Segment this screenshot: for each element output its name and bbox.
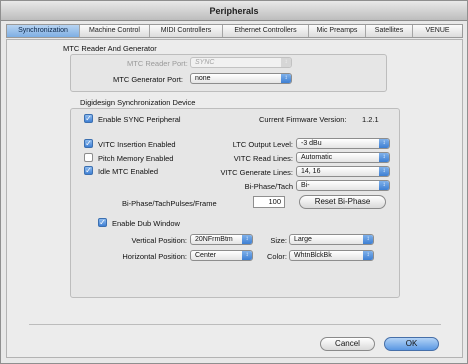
- chevron-updown-icon: ↕: [379, 153, 389, 162]
- chevron-updown-icon: ↕: [379, 167, 389, 176]
- vitc-read-value: Automatic: [301, 154, 333, 161]
- vitc-generate-value: 14, 16: [301, 168, 321, 175]
- tab-machine-control[interactable]: Machine Control: [80, 25, 150, 37]
- dub-window-label: Enable Dub Window: [112, 219, 180, 228]
- peripherals-window: Peripherals Synchronization Machine Cont…: [0, 0, 468, 364]
- pulses-field[interactable]: 100: [253, 196, 285, 208]
- size-label: Size:: [270, 236, 287, 245]
- enable-sync-label: Enable SYNC Peripheral: [98, 115, 181, 124]
- chevron-updown-icon: ↕: [242, 251, 252, 260]
- biphase-label: Bi-Phase/Tach: [244, 182, 293, 191]
- chevron-updown-icon: ↕: [363, 251, 373, 260]
- bottom-divider: [29, 324, 441, 325]
- tab-midi-controllers[interactable]: MIDI Controllers: [150, 25, 223, 37]
- mtc-reader-label: MTC Reader Port:: [127, 59, 188, 68]
- mtc-section-title: MTC Reader And Generator: [63, 44, 157, 53]
- horizontal-position-value: Center: [195, 252, 217, 259]
- tab-mic-preamps[interactable]: Mic Preamps: [309, 25, 366, 37]
- tab-synchronization[interactable]: Synchronization: [7, 25, 80, 37]
- pitch-memory-label: Pitch Memory Enabled: [98, 154, 174, 163]
- vertical-position-value: 20NFrmBtm: [195, 236, 233, 243]
- color-select[interactable]: WhtnBlckBk ↕: [289, 250, 374, 261]
- enable-sync-checkbox[interactable]: ✓: [84, 114, 93, 123]
- vitc-read-select[interactable]: Automatic ↕: [296, 152, 390, 163]
- mtc-reader-value: SYNC: [195, 59, 215, 66]
- chevron-updown-icon: ↕: [363, 235, 373, 244]
- vitc-read-label: VITC Read Lines:: [233, 154, 293, 163]
- window-title: Peripherals: [1, 1, 467, 21]
- color-label: Color:: [266, 252, 287, 261]
- vitc-generate-label: VITC Generate Lines:: [220, 168, 293, 177]
- chevron-updown-icon: ↕: [379, 139, 389, 148]
- vertical-position-label: Vertical Position:: [131, 236, 187, 245]
- chevron-updown-icon: ↕: [281, 74, 291, 83]
- horizontal-position-select[interactable]: Center ↕: [190, 250, 253, 261]
- mtc-reader-port-select[interactable]: SYNC ↕: [190, 57, 292, 68]
- chevron-updown-icon: ↕: [242, 235, 252, 244]
- vitc-generate-select[interactable]: 14, 16 ↕: [296, 166, 390, 177]
- ltc-output-label: LTC Output Level:: [232, 140, 293, 149]
- size-value: Large: [294, 236, 312, 243]
- mtc-generator-port-select[interactable]: none ↕: [190, 73, 292, 84]
- mtc-generator-label: MTC Generator Port:: [113, 75, 184, 84]
- mtc-generator-value: none: [195, 75, 211, 82]
- chevron-updown-icon: ↕: [281, 58, 291, 67]
- chevron-updown-icon: ↕: [379, 181, 389, 190]
- dub-window-checkbox[interactable]: ✓: [98, 218, 107, 227]
- ltc-output-value: -3 dBu: [301, 140, 322, 147]
- vertical-position-select[interactable]: 20NFrmBtm ↕: [190, 234, 253, 245]
- idle-mtc-label: Idle MTC Enabled: [98, 167, 159, 176]
- biphase-value: Bi-: [301, 182, 310, 189]
- size-select[interactable]: Large ↕: [289, 234, 374, 245]
- tab-ethernet-controllers[interactable]: Ethernet Controllers: [223, 25, 309, 37]
- tab-bar: Synchronization Machine Control MIDI Con…: [6, 24, 463, 38]
- firmware-label: Current Firmware Version:: [259, 115, 347, 124]
- synchronization-panel: MTC Reader And Generator MTC Reader Port…: [6, 39, 463, 358]
- tab-venue[interactable]: VENUE: [413, 25, 462, 37]
- ok-button[interactable]: OK: [384, 337, 439, 351]
- ltc-output-select[interactable]: -3 dBu ↕: [296, 138, 390, 149]
- reset-biphase-button[interactable]: Reset Bi-Phase: [299, 195, 386, 209]
- cancel-button[interactable]: Cancel: [320, 337, 375, 351]
- firmware-value: 1.2.1: [362, 115, 379, 124]
- vitc-insertion-checkbox[interactable]: ✓: [84, 139, 93, 148]
- pulses-label: Bi-Phase/TachPulses/Frame: [122, 199, 217, 208]
- sync-section-title: Digidesign Synchronization Device: [80, 98, 196, 107]
- tab-satellites[interactable]: Satellites: [366, 25, 413, 37]
- color-value: WhtnBlckBk: [294, 252, 332, 259]
- pitch-memory-checkbox[interactable]: [84, 153, 93, 162]
- biphase-select[interactable]: Bi- ↕: [296, 180, 390, 191]
- vitc-insertion-label: VITC Insertion Enabled: [98, 140, 176, 149]
- idle-mtc-checkbox[interactable]: ✓: [84, 166, 93, 175]
- horizontal-position-label: Horizontal Position:: [122, 252, 187, 261]
